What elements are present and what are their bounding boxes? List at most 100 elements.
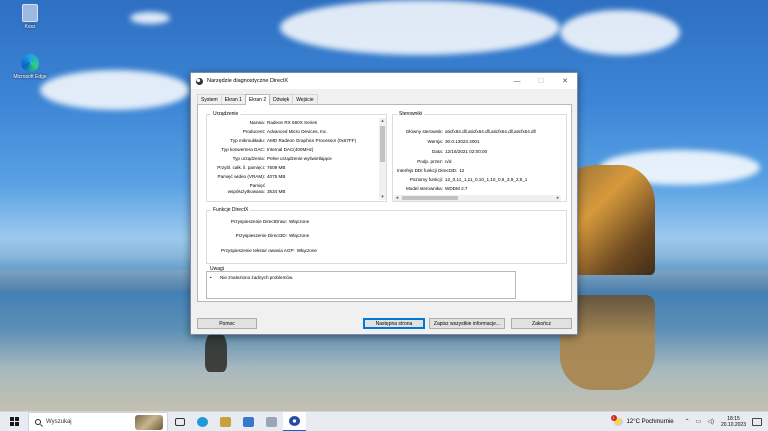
notes-box: • Nie znaleziono żadnych problemów. (206, 271, 516, 299)
window-titlebar[interactable]: Narzędzie diagnostyczne DirectX — ☐ ✕ (191, 73, 577, 89)
device-value: Advanced Micro Devices, Inc. (267, 129, 328, 134)
scroll-up-icon[interactable]: ▴ (379, 118, 386, 124)
maximize-button[interactable]: ☐ (529, 73, 553, 89)
edge-browser-icon (21, 54, 39, 72)
tab-system[interactable]: System (197, 94, 222, 104)
device-value: Pełne urządzenie wyświetlające (267, 156, 332, 161)
start-button[interactable] (0, 412, 28, 431)
wallpaper-cloud (560, 10, 680, 55)
device-label: Typ konwertera DAC: (221, 147, 265, 152)
task-view-button[interactable] (168, 412, 191, 431)
notes-text: Nie znaleziono żadnych problemów. (220, 275, 294, 280)
driver-row: Data: 12/16/2021 02:00:00 (397, 149, 487, 154)
device-value: 4075 MB (267, 174, 286, 179)
chevron-up-icon[interactable]: ⌃ (685, 418, 690, 425)
device-label: Nazwa: (249, 120, 265, 125)
driver-row: Wersja: 30.0.13023.4001 (397, 139, 480, 144)
device-row: Pamięć wideo (VRAM): 4075 MB (211, 174, 286, 179)
driver-label: Interfejs DDI funkcji Direct3D: (397, 168, 458, 173)
tab-display-2[interactable]: Ekran 2 (244, 94, 271, 105)
device-label: współużytkowana: (227, 189, 265, 194)
taskbar: Wyszukaj 1 12°C Pochmurnie ⌃ ▭ ◁) 18:15 … (0, 411, 768, 431)
feature-row: Przyspieszenie Direct3D: Włączone (211, 233, 310, 238)
window-title: Narzędzie diagnostyczne DirectX (207, 78, 289, 84)
search-icon (35, 418, 41, 425)
recycle-bin-icon (22, 4, 38, 22)
device-label: Typ urządzenia: (232, 156, 265, 161)
scroll-right-icon[interactable]: ▸ (555, 195, 561, 201)
device-value: Radeon RX 560X Series (267, 120, 318, 125)
drivers-hscrollbar[interactable]: ◂ ▸ (394, 195, 561, 201)
driver-value: n/d (445, 159, 452, 164)
device-value: AMD Radeon Graphics Processor (0x67FF) (267, 138, 357, 143)
taskbar-app[interactable] (260, 412, 283, 431)
desktop-icon-edge[interactable]: Microsoft Edge (8, 54, 52, 80)
driver-value: 30.0.13023.4001 (445, 139, 480, 144)
network-icon[interactable]: ▭ (696, 418, 702, 425)
taskbar-clock[interactable]: 18:15 20.10.2023 (721, 416, 746, 428)
scrollbar-thumb[interactable] (402, 196, 458, 200)
devices-group-title: Urządzenie (211, 111, 241, 117)
device-label: Pamięć (249, 183, 265, 188)
devices-group: Urządzenie Nazwa: Radeon RX 560X Series P… (206, 111, 387, 202)
scroll-left-icon[interactable]: ◂ (394, 195, 400, 201)
directx-diagnostic-window: Narzędzie diagnostyczne DirectX — ☐ ✕ Sy… (190, 72, 578, 335)
exit-button[interactable]: Zakończ (511, 318, 572, 329)
notification-center-icon[interactable] (752, 417, 762, 426)
weather-widget[interactable]: 1 12°C Pochmurnie (610, 414, 674, 426)
scrollbar-thumb[interactable] (380, 126, 385, 162)
driver-row: Model sterownika: WDDM 2.7 (397, 186, 468, 191)
driver-label: Poziomy funkcji: (409, 177, 443, 182)
directx-features-group: Funkcje DirectX Przyspieszenie DirectDra… (206, 207, 567, 264)
driver-value: WDDM 2.7 (445, 186, 468, 191)
feature-value: Włączone (296, 248, 317, 253)
tab-sound[interactable]: Dźwięk (269, 94, 294, 104)
driver-label: Główny sterownik: (405, 129, 443, 134)
driver-row: Interfejs DDI funkcji Direct3D: 12 (397, 168, 464, 173)
driver-label: Data: (432, 149, 443, 154)
device-row: Przybl. całk. il. pamięci: 7609 MB (211, 165, 285, 170)
device-value: Internal DAC(400MHz) (267, 147, 314, 152)
app-window-icon (266, 416, 277, 427)
feature-row: Przyspieszenie DirectDraw: Włączone (211, 219, 309, 224)
driver-label: Podp. przez: (417, 159, 443, 164)
driver-label: Model sterownika: (405, 186, 443, 191)
save-all-info-button[interactable]: Zapisz wszystkie informacje... (429, 318, 505, 329)
scroll-down-icon[interactable]: ▾ (379, 194, 386, 200)
minimize-button[interactable]: — (505, 73, 529, 89)
drivers-group: Sterowniki Główny sterownik: aticfx64.dll… (392, 111, 567, 202)
device-row: Typ urządzenia: Pełne urządzenie wyświetl… (211, 156, 332, 161)
taskbar-edge[interactable] (191, 412, 214, 431)
device-row: Nazwa: Radeon RX 560X Series (211, 120, 317, 125)
tab-strip: System Ekran 1 Ekran 2 Dźwięk Wejście (197, 94, 318, 105)
feature-label: Przyspieszenie tekstur owania AGP: (221, 248, 295, 253)
wallpaper-cloud (130, 12, 170, 24)
feature-value: Włączone (289, 219, 310, 224)
desktop-icon-recycle-bin[interactable]: Kosz (8, 4, 52, 30)
taskbar-file-explorer[interactable] (214, 412, 237, 431)
help-button[interactable]: Pomoc (197, 318, 257, 329)
device-value: 3534 MB (267, 189, 286, 194)
weather-cloud-sun-icon: 1 (610, 414, 623, 426)
notes-item: • Nie znaleziono żadnych problemów. (210, 275, 293, 280)
weather-temperature: 12°C (626, 418, 640, 425)
device-label: Przybl. całk. il. pamięci: (217, 165, 265, 170)
next-page-button[interactable]: Następna strona (363, 318, 425, 329)
taskbar-search-box[interactable]: Wyszukaj (28, 411, 168, 431)
driver-value: 12 (459, 168, 465, 173)
task-view-icon (174, 417, 185, 426)
taskbar-mail[interactable] (237, 412, 260, 431)
close-button[interactable]: ✕ (553, 73, 577, 89)
driver-value: aticfx64.dll,aticfx64.dll,aticfx64.dll,a… (445, 129, 536, 134)
driver-value: 12_0,11_1,11_0,10_1,10_0,9_3,9_2,9_1 (445, 177, 528, 182)
taskbar-directx-diag[interactable] (283, 411, 306, 431)
device-row: Typ konwertera DAC: Internal DAC(400MHz) (211, 147, 313, 152)
devices-scrollbar[interactable]: ▴ ▾ (379, 118, 386, 200)
driver-row: Podp. przez: n/d (397, 159, 451, 164)
tab-input[interactable]: Wejście (292, 94, 318, 104)
volume-icon[interactable]: ◁) (707, 418, 714, 425)
tab-display-1[interactable]: Ekran 1 (220, 94, 246, 104)
device-row: Pamięć (211, 183, 267, 188)
driver-row: Poziomy funkcji: 12_0,11_1,11_0,10_1,10_0… (397, 177, 528, 182)
system-tray: 1 12°C Pochmurnie ⌃ ▭ ◁) 18:15 20.10.202… (610, 412, 768, 431)
